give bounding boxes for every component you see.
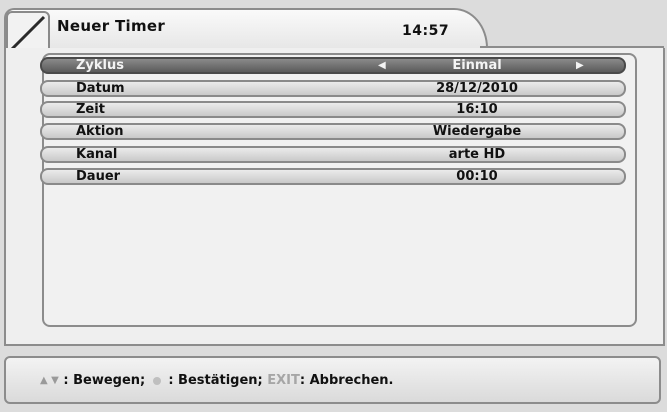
field-value: Einmal — [452, 58, 502, 73]
field-label: Zyklus — [76, 58, 124, 73]
cancel-hint: : Abbrechen. — [299, 373, 394, 388]
ok-dot-icon — [152, 376, 161, 385]
field-label: Zeit — [76, 102, 105, 117]
field-label: Datum — [76, 81, 125, 96]
field-row-aktion[interactable]: Aktion Wiedergabe — [40, 123, 626, 140]
right-arrow-icon[interactable]: ▶ — [576, 59, 584, 73]
field-row-dauer[interactable]: Dauer 00:10 — [40, 168, 626, 185]
exit-key: EXIT — [267, 373, 300, 388]
field-value: 16:10 — [456, 102, 498, 117]
field-row-zeit[interactable]: Zeit 16:10 — [40, 101, 626, 118]
confirm-hint: : Bestätigen; — [168, 373, 263, 388]
field-row-kanal[interactable]: Kanal arte HD — [40, 146, 626, 163]
help-line: ▲ ▼ : Bewegen; : Bestätigen; EXIT: Abbre… — [40, 373, 394, 388]
field-label: Dauer — [76, 169, 121, 184]
field-label: Kanal — [76, 147, 118, 162]
field-value: arte HD — [448, 147, 506, 162]
field-label: Aktion — [76, 124, 124, 139]
move-hint: : Bewegen; — [63, 373, 146, 388]
help-bar: ▲ ▼ : Bewegen; : Bestätigen; EXIT: Abbre… — [4, 356, 661, 404]
field-row-zyklus[interactable]: Zyklus ◀ Einmal ▶ — [40, 57, 626, 74]
field-value: 00:10 — [456, 169, 498, 184]
page-title: Neuer Timer — [57, 17, 166, 35]
up-down-arrows-icon: ▲ ▼ — [40, 375, 59, 386]
field-row-datum[interactable]: Datum 28/12/2010 — [40, 80, 626, 97]
clock: 14:57 — [402, 23, 450, 39]
field-value: 28/12/2010 — [436, 81, 518, 96]
field-value: Wiedergabe — [432, 124, 522, 139]
